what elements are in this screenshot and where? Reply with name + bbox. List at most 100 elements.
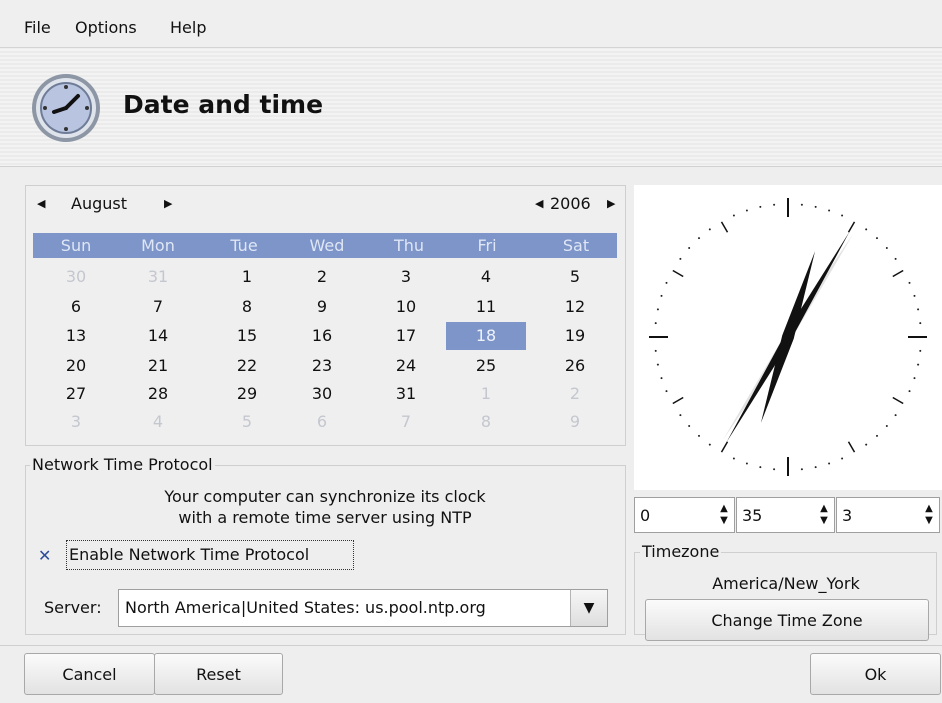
calendar-day-cell[interactable]: 13 <box>41 325 111 347</box>
page-title: Date and time <box>123 90 324 119</box>
calendar-day-cell[interactable]: 7 <box>123 296 193 318</box>
year-label[interactable]: 2006 <box>550 194 591 213</box>
calendar-day-cell[interactable]: 5 <box>540 266 610 288</box>
calendar-day-cell[interactable]: 31 <box>123 266 193 288</box>
calendar-day-cell[interactable]: 10 <box>371 296 441 318</box>
calendar-day-cell[interactable]: 27 <box>41 383 111 405</box>
calendar-day-cell[interactable]: 30 <box>287 383 357 405</box>
clock-hour-tick <box>892 269 904 278</box>
calendar-day-cell[interactable]: 1 <box>451 383 521 405</box>
calendar-day-cell[interactable]: 23 <box>287 355 357 377</box>
clock-minute-dot <box>654 322 657 325</box>
menu-help[interactable]: Help <box>170 18 206 37</box>
clock-minute-dot <box>800 468 803 471</box>
reset-button[interactable]: Reset <box>154 653 283 695</box>
calendar-day-cell[interactable]: 28 <box>123 383 193 405</box>
calendar-day-cell[interactable]: 9 <box>287 296 357 318</box>
analog-clock <box>634 185 942 490</box>
clock-minute-dot <box>885 424 888 427</box>
calendar-day-cell[interactable]: 6 <box>287 411 357 433</box>
calendar-day-cell[interactable]: 7 <box>371 411 441 433</box>
ntp-legend: Network Time Protocol <box>30 455 215 474</box>
calendar-day-cell[interactable]: 4 <box>451 266 521 288</box>
calendar-day-cell[interactable]: 11 <box>451 296 521 318</box>
clock-minute-dot <box>656 363 659 366</box>
timezone-legend: Timezone <box>640 542 722 561</box>
calendar-day-cell[interactable]: 30 <box>41 266 111 288</box>
ntp-enable-label[interactable]: Enable Network Time Protocol <box>66 540 354 570</box>
calendar-day-cell[interactable]: 4 <box>123 411 193 433</box>
calendar-day-cell[interactable]: 2 <box>287 266 357 288</box>
calendar-day-cell[interactable]: 3 <box>41 411 111 433</box>
seconds-stepper-icon[interactable]: ▲ ▼ <box>919 498 939 532</box>
weekday-thu: Thu <box>393 236 425 255</box>
prev-year-arrow-icon[interactable]: ◀ <box>535 197 543 210</box>
clock-minute-dot <box>865 228 868 231</box>
calendar-day-cell[interactable]: 21 <box>123 355 193 377</box>
calendar-day-cell[interactable]: 1 <box>212 266 282 288</box>
calendar-day-cell[interactable]: 17 <box>371 325 441 347</box>
clock-minute-dot <box>688 424 691 427</box>
calendar-day-cell[interactable]: 16 <box>287 325 357 347</box>
minutes-stepper-icon[interactable]: ▲ ▼ <box>814 498 834 532</box>
cancel-button[interactable]: Cancel <box>24 653 155 695</box>
calendar-day-cell[interactable]: 22 <box>212 355 282 377</box>
menu-options[interactable]: Options <box>75 18 137 37</box>
clock-hour-hand <box>760 251 816 423</box>
calendar-day-cell[interactable]: 12 <box>540 296 610 318</box>
next-month-arrow-icon[interactable]: ▶ <box>164 197 172 210</box>
hours-spinbox[interactable]: 0 ▲ ▼ <box>634 497 735 533</box>
calendar-day-cell[interactable]: 14 <box>123 325 193 347</box>
calendar-day-cell[interactable]: 9 <box>540 411 610 433</box>
calendar-day-cell[interactable]: 2 <box>540 383 610 405</box>
calendar-day-cell[interactable]: 8 <box>451 411 521 433</box>
month-label[interactable]: August <box>71 194 127 213</box>
clock-minute-dot <box>745 209 748 212</box>
clock-minute-dot <box>708 228 711 231</box>
calendar-day-cell[interactable]: 8 <box>212 296 282 318</box>
calendar-day-cell[interactable]: 5 <box>212 411 282 433</box>
ntp-description: Your computer can synchronize its clock … <box>120 486 530 528</box>
ntp-enable-checkbox[interactable]: ✕ <box>38 546 56 565</box>
clock-minute-dot <box>908 281 911 284</box>
minutes-spinbox[interactable]: 35 ▲ ▼ <box>736 497 835 533</box>
calendar-day-cell[interactable]: 29 <box>212 383 282 405</box>
clock-minute-dot <box>660 294 663 297</box>
calendar-day-cell[interactable]: 25 <box>451 355 521 377</box>
prev-month-arrow-icon[interactable]: ◀ <box>37 197 45 210</box>
clock-minute-dot <box>913 377 916 380</box>
clock-minute-dot <box>759 466 762 469</box>
dropdown-arrow-icon[interactable]: ▼ <box>570 590 607 626</box>
calendar-day-cell[interactable]: 15 <box>212 325 282 347</box>
clock-minute-dot <box>745 462 748 465</box>
weekday-tue: Tue <box>230 236 258 255</box>
clock-minute-dot <box>708 443 711 446</box>
menu-file[interactable]: File <box>24 18 51 37</box>
timezone-value: America/New_York <box>712 574 860 593</box>
ok-button[interactable]: Ok <box>810 653 941 695</box>
calendar-day-cell[interactable]: 3 <box>371 266 441 288</box>
hours-stepper-icon[interactable]: ▲ ▼ <box>714 498 734 532</box>
clock-minute-dot <box>814 466 817 469</box>
clock-hour-tick <box>720 221 729 233</box>
calendar-day-cell[interactable]: 24 <box>371 355 441 377</box>
change-time-zone-button[interactable]: Change Time Zone <box>645 599 929 641</box>
clock-minute-dot <box>875 237 878 240</box>
calendar-day-cell[interactable]: 18 <box>446 322 526 350</box>
calendar-day-cell[interactable]: 20 <box>41 355 111 377</box>
next-year-arrow-icon[interactable]: ▶ <box>607 197 615 210</box>
clock-minute-dot <box>841 457 844 460</box>
clock-minute-dot <box>698 237 701 240</box>
server-value: North America|United States: us.pool.ntp… <box>125 598 486 617</box>
clock-minute-dot <box>698 434 701 437</box>
server-combobox[interactable]: North America|United States: us.pool.ntp… <box>118 589 608 627</box>
hours-value: 0 <box>640 506 651 525</box>
clock-minute-dot <box>732 457 735 460</box>
clock-minute-dot <box>773 203 776 206</box>
calendar-day-cell[interactable]: 31 <box>371 383 441 405</box>
weekday-wed: Wed <box>309 236 345 255</box>
calendar-day-cell[interactable]: 19 <box>540 325 610 347</box>
seconds-spinbox[interactable]: 3 ▲ ▼ <box>836 497 940 533</box>
calendar-day-cell[interactable]: 26 <box>540 355 610 377</box>
calendar-day-cell[interactable]: 6 <box>41 296 111 318</box>
